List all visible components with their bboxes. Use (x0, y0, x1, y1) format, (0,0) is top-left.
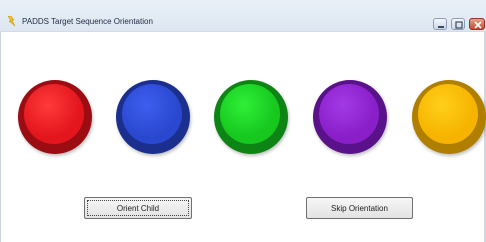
app-window: PADDS Target Sequence Orientation Orient… (0, 0, 486, 242)
window-title: PADDS Target Sequence Orientation (22, 17, 153, 26)
orient-child-button[interactable]: Orient Child (84, 197, 192, 219)
target-circle-face (220, 84, 280, 144)
target-circle-yellow[interactable] (412, 80, 486, 154)
target-circle-red[interactable] (18, 80, 92, 154)
minimize-button[interactable] (433, 18, 447, 30)
skip-orientation-button[interactable]: Skip Orientation (306, 197, 413, 219)
title-bar[interactable]: PADDS Target Sequence Orientation (0, 0, 486, 32)
target-circle-face (319, 84, 379, 144)
target-circle-face (122, 84, 182, 144)
target-circle-face (24, 84, 84, 144)
maximize-button[interactable] (451, 18, 465, 30)
close-button[interactable] (469, 18, 485, 30)
minimize-icon (438, 26, 444, 28)
window-border-left (0, 32, 1, 242)
target-circle-blue[interactable] (116, 80, 190, 154)
orient-child-label: Orient Child (116, 203, 160, 213)
target-circle-purple[interactable] (313, 80, 387, 154)
target-circle-green[interactable] (214, 80, 288, 154)
app-icon (7, 16, 16, 27)
maximize-icon (455, 21, 463, 29)
target-circle-face (418, 84, 478, 144)
close-icon (474, 21, 482, 29)
skip-orientation-label: Skip Orientation (331, 203, 388, 213)
